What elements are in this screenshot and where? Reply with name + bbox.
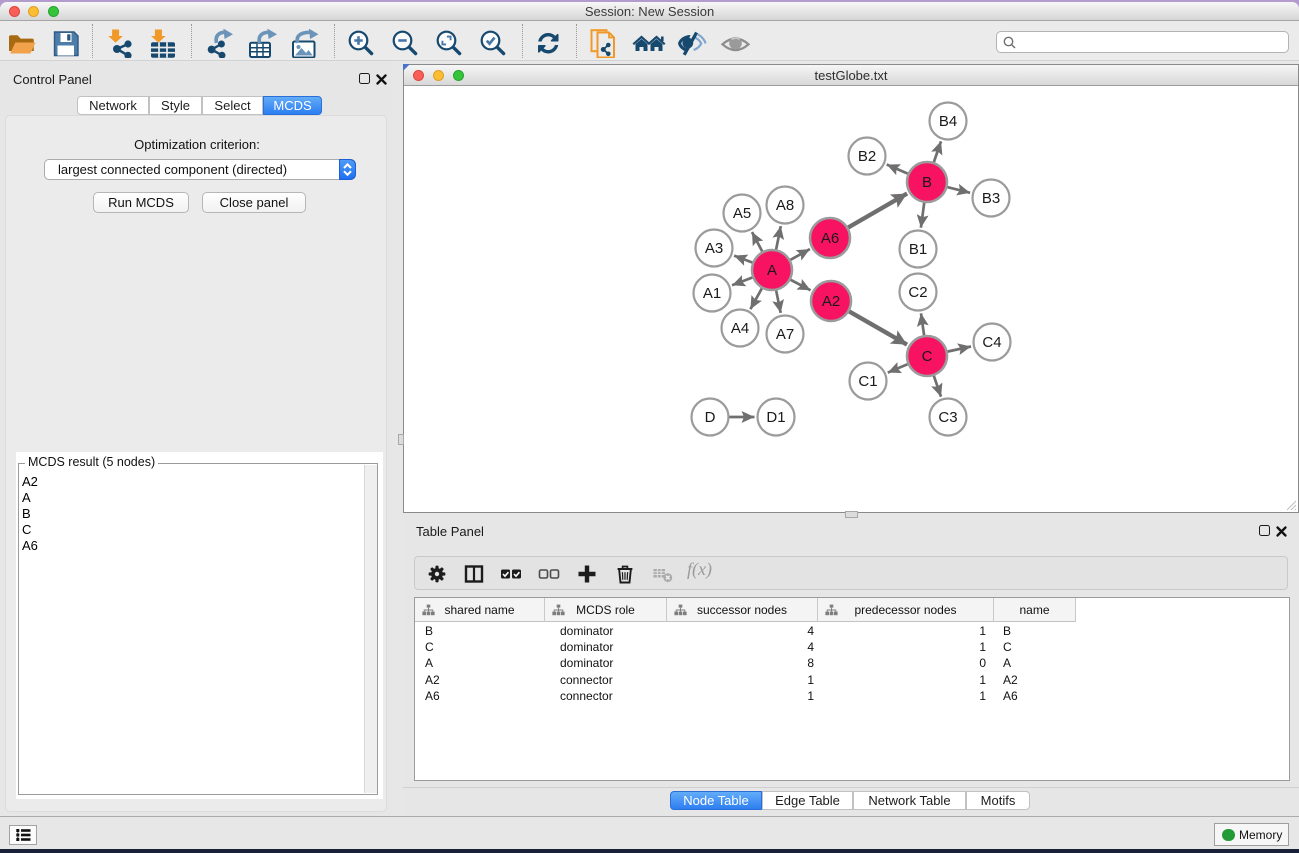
svg-text:B1: B1 xyxy=(909,241,927,258)
svg-text:C2: C2 xyxy=(908,284,927,301)
svg-text:B: B xyxy=(922,174,932,191)
svg-text:A1: A1 xyxy=(703,285,721,302)
svg-text:A3: A3 xyxy=(705,240,723,257)
svg-text:A: A xyxy=(767,262,777,279)
svg-text:A2: A2 xyxy=(822,293,840,310)
svg-text:A8: A8 xyxy=(776,197,794,214)
svg-text:B2: B2 xyxy=(858,148,876,165)
svg-text:C4: C4 xyxy=(982,334,1001,351)
svg-text:B4: B4 xyxy=(939,113,957,130)
svg-text:D1: D1 xyxy=(766,409,785,426)
svg-text:B3: B3 xyxy=(982,190,1000,207)
svg-text:A6: A6 xyxy=(821,230,839,247)
svg-text:C3: C3 xyxy=(938,409,957,426)
svg-text:C: C xyxy=(922,348,933,365)
svg-text:A7: A7 xyxy=(776,326,794,343)
svg-text:D: D xyxy=(705,409,716,426)
svg-text:A5: A5 xyxy=(733,205,751,222)
svg-text:A4: A4 xyxy=(731,320,749,337)
svg-text:C1: C1 xyxy=(858,373,877,390)
